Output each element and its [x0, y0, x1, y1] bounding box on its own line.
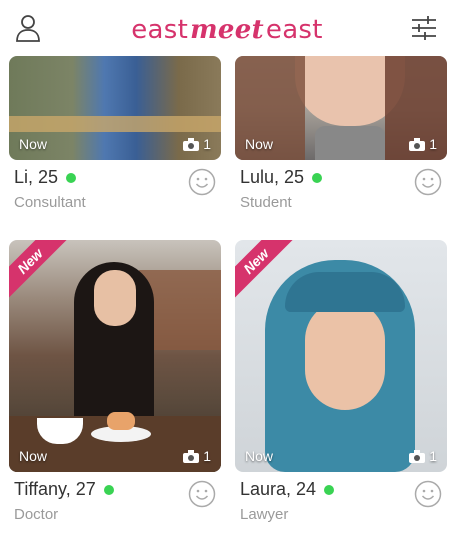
- online-indicator: [324, 484, 335, 495]
- profile-name: Li, 25: [14, 167, 59, 187]
- smile-icon[interactable]: [188, 168, 218, 198]
- filter-sliders-icon[interactable]: [408, 12, 440, 44]
- profile-name: Tiffany, 27: [14, 479, 96, 499]
- profile-card-photo[interactable]: New Now 1: [9, 240, 221, 472]
- status-now: Now: [19, 136, 48, 152]
- online-indicator: [312, 172, 323, 183]
- online-indicator: [66, 172, 77, 183]
- photo-count: 1: [183, 448, 211, 464]
- status-now: Now: [245, 136, 274, 152]
- photo-count: 1: [183, 136, 211, 152]
- photo-count: 1: [409, 136, 437, 152]
- profile-card-photo[interactable]: Now 1: [9, 56, 221, 160]
- camera-icon: [409, 449, 426, 463]
- online-indicator: [103, 484, 114, 495]
- profile-card-photo[interactable]: New Now 1: [235, 240, 447, 472]
- profile-name: Laura, 24: [240, 479, 317, 499]
- status-now: Now: [245, 448, 274, 464]
- top-bar: eastmeeteast: [0, 0, 454, 56]
- smile-icon[interactable]: [414, 168, 444, 198]
- smile-icon[interactable]: [414, 480, 444, 510]
- camera-icon: [409, 137, 426, 151]
- photo-count: 1: [409, 448, 437, 464]
- status-now: Now: [19, 448, 48, 464]
- app-logo: eastmeeteast: [131, 15, 323, 45]
- smile-icon[interactable]: [188, 480, 218, 510]
- camera-icon: [183, 137, 200, 151]
- profile-card-photo[interactable]: Now 1: [235, 56, 447, 160]
- profile-name: Lulu, 25: [240, 167, 305, 187]
- camera-icon: [183, 449, 200, 463]
